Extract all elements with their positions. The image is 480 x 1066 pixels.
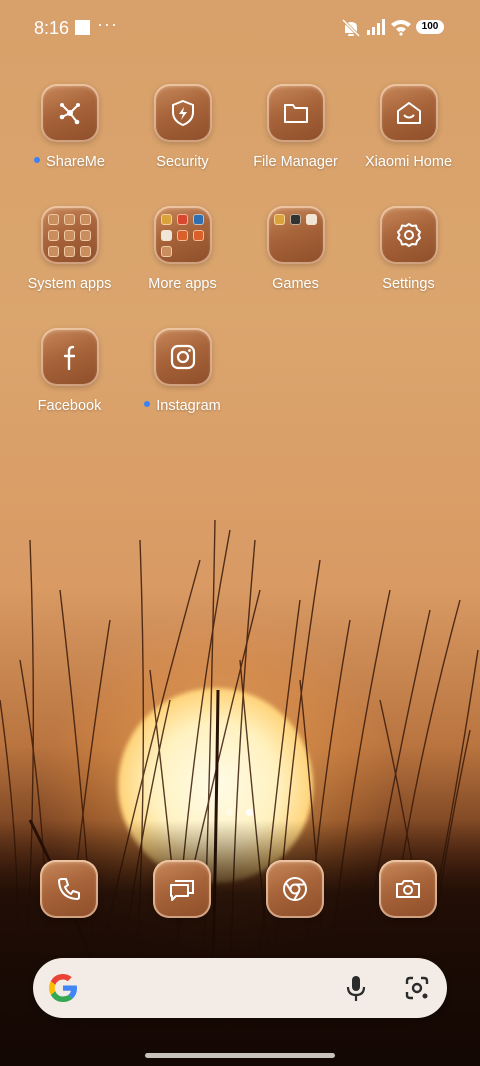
new-indicator-dot: [144, 401, 151, 408]
gear-icon: [396, 223, 421, 247]
page-indicator[interactable]: [0, 809, 480, 817]
ground-shadow: [0, 820, 480, 1066]
dock-camera[interactable]: [379, 860, 437, 918]
app-shareme[interactable]: ShareMe: [13, 84, 126, 170]
notification-square-icon: [75, 20, 90, 35]
app-label: Games: [272, 276, 319, 292]
file-manager-tile[interactable]: [266, 84, 325, 142]
settings-tile[interactable]: [379, 206, 438, 264]
app-label: Security: [156, 154, 209, 170]
games-folder-tile[interactable]: [266, 206, 325, 264]
google-search-bar[interactable]: [33, 958, 447, 1018]
folder-icon: [283, 104, 308, 123]
app-security[interactable]: Security: [126, 84, 239, 170]
microphone-icon[interactable]: [343, 974, 369, 1004]
signal-icon: [367, 19, 385, 35]
folder-grid-icon: [159, 212, 206, 259]
chrome-tile[interactable]: [266, 860, 324, 918]
silent-bell-icon: [341, 18, 361, 38]
new-indicator-dot: [34, 157, 41, 164]
google-lens-icon[interactable]: [403, 974, 431, 1002]
folder-grid-icon: [272, 212, 319, 259]
app-label: System apps: [27, 276, 112, 292]
app-settings[interactable]: Settings: [352, 206, 465, 292]
app-label: Settings: [382, 276, 435, 292]
app-instagram[interactable]: Instagram: [126, 328, 239, 414]
phone-tile[interactable]: [40, 860, 98, 918]
messages-icon: [170, 880, 194, 901]
dock-phone[interactable]: [40, 860, 98, 918]
xiaomi-home-tile[interactable]: [379, 84, 438, 142]
page-dot-2-active[interactable]: [246, 809, 253, 816]
clock: 8:16: [34, 18, 70, 38]
home-smile-icon: [396, 102, 421, 124]
shareme-tile[interactable]: [40, 84, 99, 142]
shield-bolt-icon: [171, 99, 194, 127]
security-tile[interactable]: [153, 84, 212, 142]
dock-messages[interactable]: [153, 860, 211, 918]
instagram-icon: [170, 344, 195, 370]
messages-tile[interactable]: [153, 860, 211, 918]
system-apps-folder-tile[interactable]: [40, 206, 99, 264]
status-bar: 8:16 ··· 100: [0, 0, 480, 56]
gesture-navigation-bar[interactable]: [145, 1053, 335, 1058]
folder-games[interactable]: Games: [239, 206, 352, 292]
folder-more-apps[interactable]: More apps: [126, 206, 239, 292]
app-label: ShareMe: [13, 154, 126, 170]
app-file-manager[interactable]: File Manager: [239, 84, 352, 170]
camera-icon: [396, 880, 420, 898]
google-g-icon: [49, 974, 77, 1002]
app-label: More apps: [148, 276, 217, 292]
wifi-icon: [391, 20, 411, 36]
share-nodes-icon: [59, 103, 80, 125]
phone-icon: [58, 878, 80, 900]
app-label: Facebook: [37, 398, 102, 414]
app-label: File Manager: [253, 154, 338, 170]
battery-icon: 100: [416, 20, 444, 34]
app-xiaomi-home[interactable]: Xiaomi Home: [352, 84, 465, 170]
app-facebook[interactable]: Facebook: [13, 328, 126, 414]
more-apps-folder-tile[interactable]: [153, 206, 212, 264]
dock-chrome[interactable]: [266, 860, 324, 918]
chrome-icon: [283, 877, 307, 901]
app-label: Xiaomi Home: [364, 154, 453, 170]
page-dot-1[interactable]: [226, 809, 233, 816]
folder-system-apps[interactable]: System apps: [13, 206, 126, 292]
facebook-tile[interactable]: [40, 328, 99, 386]
more-notifications-icon: ···: [97, 14, 118, 34]
facebook-icon: [63, 345, 75, 371]
app-label: Instagram: [126, 398, 239, 414]
folder-grid-icon: [46, 212, 93, 259]
instagram-tile[interactable]: [153, 328, 212, 386]
camera-tile[interactable]: [379, 860, 437, 918]
